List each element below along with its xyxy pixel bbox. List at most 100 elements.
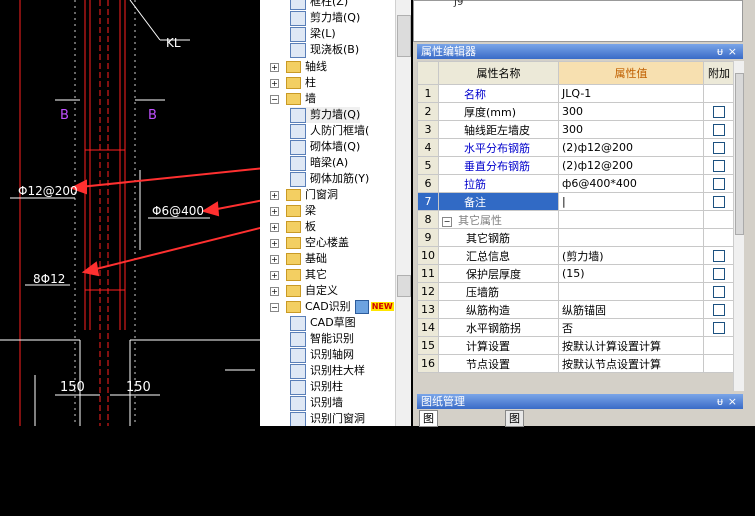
property-row[interactable]: 11 保护层厚度 (15) bbox=[417, 264, 735, 283]
property-grid[interactable]: 属性名称 属性值 附加 1 名称 JLQ-1 2 厚度(mm) 300 3 轴线距左墙皮 300… bbox=[417, 61, 735, 373]
tree-scroll-thumb[interactable] bbox=[397, 15, 411, 57]
tree-item[interactable]: 砌体加筋(Y) bbox=[290, 171, 369, 187]
tree-item[interactable]: 梁(L) bbox=[290, 26, 336, 42]
column-icon bbox=[290, 379, 306, 395]
property-value-cell[interactable] bbox=[558, 282, 704, 301]
extra-checkbox[interactable] bbox=[713, 178, 725, 190]
cad-canvas[interactable]: KL B B Φ12@200 Φ6@400 8Φ12 150 150 bbox=[0, 0, 260, 426]
tree-item[interactable]: 识别门窗洞 bbox=[290, 411, 365, 426]
tree-item[interactable]: + 板 bbox=[270, 219, 316, 235]
tab-drawing-file-list[interactable]: 图纸文件列表 bbox=[419, 410, 438, 500]
tree-item[interactable]: 识别柱大样 bbox=[290, 363, 365, 379]
property-grid-scroll-thumb[interactable] bbox=[735, 73, 744, 235]
tree-item[interactable]: + 自定义 bbox=[270, 283, 338, 299]
collapse-icon[interactable]: − bbox=[270, 303, 279, 312]
extra-checkbox[interactable] bbox=[713, 286, 725, 298]
property-value-cell[interactable]: ф6@400*400 bbox=[558, 174, 704, 193]
close-icon[interactable]: × bbox=[728, 394, 737, 409]
property-value-cell[interactable]: 纵筋锚固 bbox=[558, 300, 704, 319]
expand-icon[interactable]: + bbox=[270, 63, 279, 72]
property-row[interactable]: 5 垂直分布钢筋 (2)ф12@200 bbox=[417, 156, 735, 175]
pin-icon[interactable]: ᵾ bbox=[717, 394, 723, 409]
property-value-cell[interactable] bbox=[558, 228, 704, 247]
tree-item[interactable]: 识别轴网 bbox=[290, 347, 354, 363]
property-value-cell[interactable]: (2)ф12@200 bbox=[558, 138, 704, 157]
property-row[interactable]: 15 计算设置 按默认计算设置计算 bbox=[417, 336, 735, 355]
extra-checkbox[interactable] bbox=[713, 268, 725, 280]
property-row[interactable]: 4 水平分布钢筋 (2)ф12@200 bbox=[417, 138, 735, 157]
tree-item-label: 梁(L) bbox=[310, 27, 336, 40]
tree-item[interactable]: 暗梁(A) bbox=[290, 155, 348, 171]
property-value-cell[interactable]: 否 bbox=[558, 318, 704, 337]
property-value-cell[interactable]: 按默认计算设置计算 bbox=[558, 336, 704, 355]
tree-item[interactable]: 砌体墙(Q) bbox=[290, 139, 360, 155]
expand-icon[interactable]: + bbox=[270, 191, 279, 200]
property-row[interactable]: 9 其它钢筋 bbox=[417, 228, 735, 247]
expand-icon[interactable]: + bbox=[270, 239, 279, 248]
tree-item[interactable]: − CAD识别 NEW bbox=[270, 299, 394, 315]
expand-icon[interactable]: + bbox=[270, 79, 279, 88]
property-value-cell[interactable]: JLQ-1 bbox=[558, 84, 704, 103]
property-row[interactable]: 12 压墙筋 bbox=[417, 282, 735, 301]
property-row[interactable]: 1 名称 JLQ-1 bbox=[417, 84, 735, 103]
property-row[interactable]: 3 轴线距左墙皮 300 bbox=[417, 120, 735, 139]
extra-checkbox[interactable] bbox=[713, 196, 725, 208]
tree-item[interactable]: + 轴线 bbox=[270, 59, 327, 75]
property-value-cell[interactable]: (15) bbox=[558, 264, 704, 283]
tree-item[interactable]: + 门窗洞 bbox=[270, 187, 338, 203]
tree-scroll-thumb-lower[interactable] bbox=[397, 275, 411, 297]
tree-item[interactable]: 剪力墙(Q) bbox=[290, 107, 361, 123]
property-value-cell[interactable] bbox=[558, 210, 704, 229]
extra-checkbox[interactable] bbox=[713, 106, 725, 118]
property-value-cell[interactable]: | bbox=[558, 192, 704, 211]
tree-item[interactable]: + 柱 bbox=[270, 75, 316, 91]
tree-item[interactable]: − 墙 bbox=[270, 91, 316, 107]
extra-checkbox[interactable] bbox=[713, 250, 725, 262]
property-row[interactable]: 2 厚度(mm) 300 bbox=[417, 102, 735, 121]
property-value-cell[interactable]: (2)ф12@200 bbox=[558, 156, 704, 175]
expand-icon[interactable]: + bbox=[270, 255, 279, 264]
property-value-cell[interactable]: 300 bbox=[558, 102, 704, 121]
pin-icon[interactable]: ᵾ bbox=[717, 44, 723, 59]
tree-item[interactable]: 识别墙 bbox=[290, 395, 343, 411]
close-icon[interactable]: × bbox=[728, 44, 737, 59]
expand-icon[interactable]: + bbox=[270, 207, 279, 216]
property-row[interactable]: 16 节点设置 按默认节点设置计算 bbox=[417, 354, 735, 373]
extra-checkbox[interactable] bbox=[713, 160, 725, 172]
tree-item[interactable]: 智能识别 bbox=[290, 331, 354, 347]
tree-item[interactable]: 剪力墙(Q) bbox=[290, 10, 360, 26]
extra-checkbox[interactable] bbox=[713, 322, 725, 334]
collapse-icon[interactable]: − bbox=[442, 216, 452, 227]
tree-scrollbar[interactable] bbox=[395, 0, 411, 426]
property-row[interactable]: 7 备注 | bbox=[417, 192, 735, 211]
tree-item[interactable]: 现浇板(B) bbox=[290, 42, 359, 58]
property-grid-scrollbar[interactable] bbox=[733, 61, 744, 391]
tree-item[interactable]: 识别柱 bbox=[290, 379, 343, 395]
tree-item[interactable]: + 空心楼盖 bbox=[270, 235, 349, 251]
property-row[interactable]: 10 汇总信息 (剪力墙) bbox=[417, 246, 735, 265]
property-name: 垂直分布钢筋 bbox=[464, 159, 530, 173]
property-value-cell[interactable]: 300 bbox=[558, 120, 704, 139]
property-row[interactable]: 14 水平钢筋拐 否 bbox=[417, 318, 735, 337]
extra-checkbox[interactable] bbox=[713, 142, 725, 154]
tree-item[interactable]: 人防门框墙( bbox=[290, 123, 369, 139]
extra-cell bbox=[703, 264, 735, 283]
expand-icon[interactable]: + bbox=[270, 271, 279, 280]
property-row[interactable]: 8− 其它属性 bbox=[417, 210, 735, 229]
extra-checkbox[interactable] bbox=[713, 124, 725, 136]
property-value-cell[interactable]: 按默认节点设置计算 bbox=[558, 354, 704, 373]
tree-item[interactable]: 框柱(Z) bbox=[290, 0, 348, 10]
tree-item[interactable]: CAD草图 bbox=[290, 315, 356, 331]
property-row[interactable]: 13 纵筋构造 纵筋锚固 bbox=[417, 300, 735, 319]
extra-checkbox[interactable] bbox=[713, 304, 725, 316]
property-row[interactable]: 6 拉筋 ф6@400*400 bbox=[417, 174, 735, 193]
tree-item[interactable]: + 梁 bbox=[270, 203, 316, 219]
component-tree[interactable]: 框柱(Z) 剪力墙(Q) 梁(L) 现浇板(B) + 轴线 + 柱 − 墙剪力墙(Q) 人防门框墙(… bbox=[260, 0, 411, 426]
expand-icon[interactable]: + bbox=[270, 287, 279, 296]
tree-item[interactable]: + 其它 bbox=[270, 267, 327, 283]
property-value-cell[interactable]: (剪力墙) bbox=[558, 246, 704, 265]
expand-icon[interactable]: + bbox=[270, 223, 279, 232]
collapse-icon[interactable]: − bbox=[270, 95, 279, 104]
tree-item[interactable]: + 基础 bbox=[270, 251, 327, 267]
tab-drawing-floor-mapping[interactable]: 图纸楼层对照表 bbox=[505, 410, 524, 515]
